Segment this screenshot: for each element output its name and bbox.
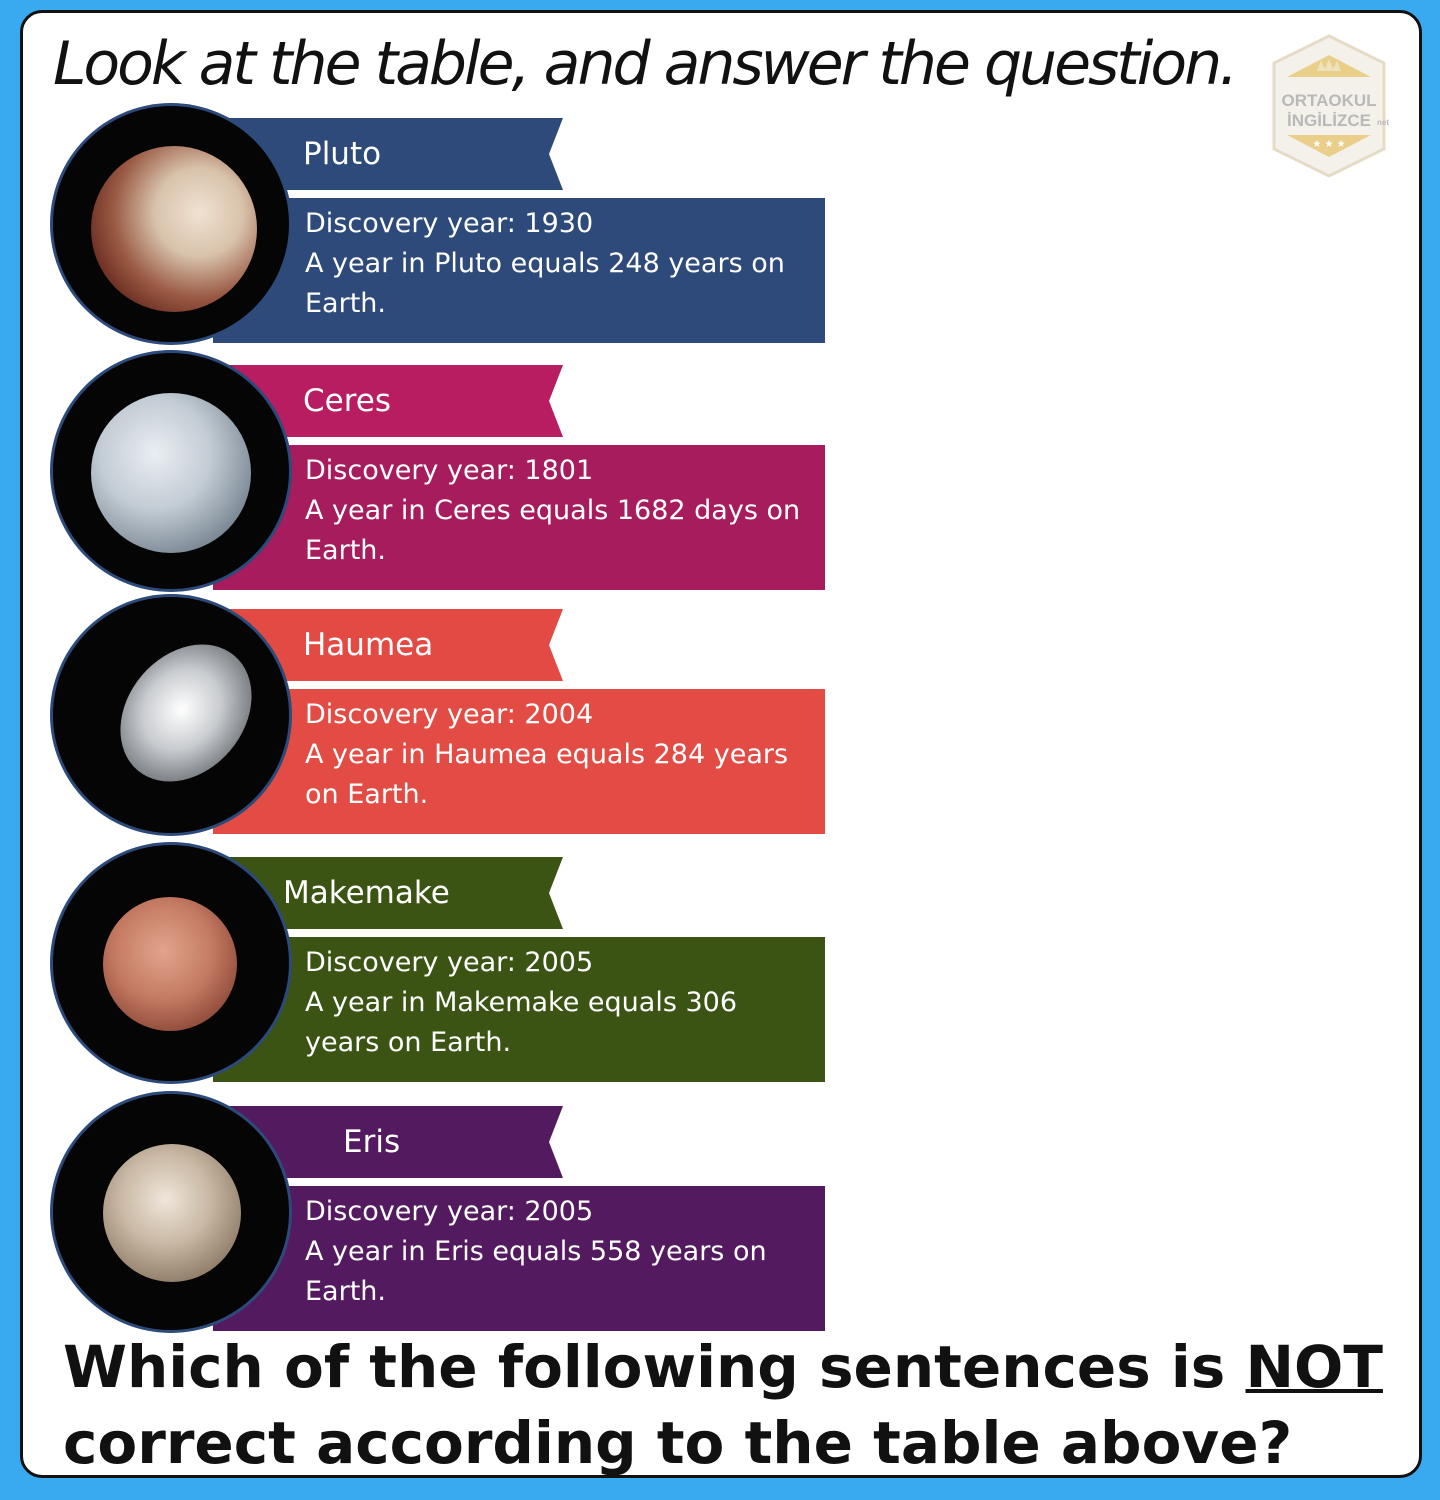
year-fact: A year in Pluto equals 248 years on Eart…	[305, 248, 785, 319]
question-part2: correct according to the table above?	[63, 1409, 1293, 1477]
logo-text-suffix: net	[1377, 118, 1389, 127]
year-fact: A year in Ceres equals 1682 days on Eart…	[305, 495, 801, 566]
question-text: Which of the following sentences is NOT …	[63, 1329, 1413, 1477]
info-box: Discovery year: 1801 A year in Ceres equ…	[213, 445, 825, 590]
makemake-image	[53, 845, 289, 1081]
logo-text-line1: ORTAOKUL	[1281, 91, 1377, 110]
planet-row-haumea: Haumea Discovery year: 2004 A year in Ha…	[23, 597, 843, 849]
svg-text:★ ★ ★: ★ ★ ★	[1312, 139, 1345, 150]
discovery-year: Discovery year: 1930	[305, 208, 594, 239]
discovery-year: Discovery year: 2005	[305, 1196, 594, 1227]
discovery-year: Discovery year: 2004	[305, 699, 594, 730]
discovery-year: Discovery year: 2005	[305, 947, 594, 978]
planet-row-makemake: Makemake Discovery year: 2005 A year in …	[23, 845, 843, 1097]
info-box: Discovery year: 1930 A year in Pluto equ…	[213, 198, 825, 343]
info-box: Discovery year: 2005 A year in Makemake …	[213, 937, 825, 1082]
planet-row-ceres: Ceres Discovery year: 1801 A year in Cer…	[23, 353, 843, 605]
ceres-image	[53, 353, 289, 589]
question-emphasis: NOT	[1245, 1333, 1383, 1401]
planet-row-pluto: Pluto Discovery year: 1930 A year in Plu…	[23, 106, 843, 358]
planet-name: Haumea	[303, 627, 434, 663]
discovery-year: Discovery year: 1801	[305, 455, 594, 486]
haumea-image	[53, 597, 289, 833]
planet-name: Eris	[343, 1124, 401, 1160]
planet-name: Pluto	[303, 136, 382, 172]
page-title: Look at the table, and answer the questi…	[53, 29, 1238, 99]
year-fact: A year in Eris equals 558 years on Earth…	[305, 1236, 767, 1307]
year-fact: A year in Haumea equals 284 years on Ear…	[305, 739, 789, 810]
question-part1: Which of the following sentences is	[63, 1333, 1246, 1401]
pluto-image	[53, 106, 289, 342]
worksheet-card: Look at the table, and answer the questi…	[20, 10, 1422, 1478]
year-fact: A year in Makemake equals 306 years on E…	[305, 987, 737, 1058]
info-box: Discovery year: 2005 A year in Eris equa…	[213, 1186, 825, 1331]
eris-image	[53, 1094, 289, 1330]
planet-row-eris: Eris Discovery year: 2005 A year in Eris…	[23, 1094, 843, 1346]
info-box: Discovery year: 2004 A year in Haumea eq…	[213, 689, 825, 834]
planet-name: Ceres	[303, 383, 392, 419]
planet-name: Makemake	[283, 875, 450, 911]
site-logo: ★ ★ ★ ORTAOKUL İNGİLİZCE net	[1269, 31, 1389, 181]
